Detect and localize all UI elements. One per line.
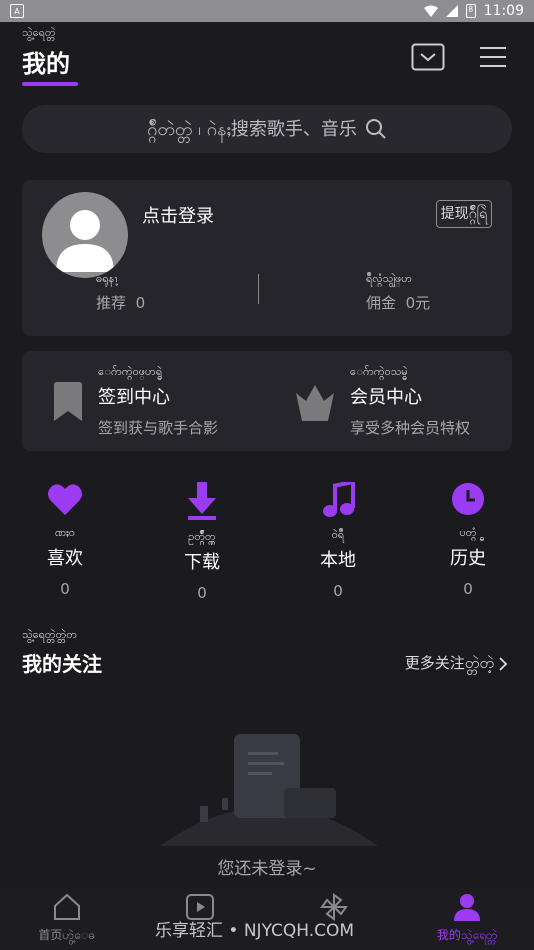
tab-mine-label: 我的သွဲ့ရေတ္တဲ — [436, 928, 498, 942]
following-small: သွဲ့ရေတ္တဲတ္တဲတ — [22, 628, 78, 641]
quick-like-count: 0 — [60, 580, 70, 598]
download-icon — [188, 482, 216, 520]
music-note-icon — [323, 479, 355, 517]
empty-state-text: 您还未登录~ — [217, 859, 317, 879]
bookmark-icon — [54, 382, 82, 421]
search-icon — [365, 119, 386, 139]
member-title: 会员中心 — [350, 387, 422, 408]
login-link[interactable]: 点击登录 — [142, 202, 214, 228]
crown-icon — [296, 385, 334, 421]
signal-icon — [445, 5, 458, 17]
recommend-label: 推荐 — [96, 294, 127, 312]
home-icon — [53, 893, 80, 920]
heart-icon — [48, 484, 82, 515]
watermark-text: 乐享轻汇 • NJYCQH.COM — [155, 921, 355, 941]
tab-home-label: 首页ဟွဲ့ေဓ — [38, 928, 96, 942]
header-subtitle: သွဲ့ရေတ္တဲ — [22, 26, 56, 39]
commission-label: 佣金 — [366, 294, 397, 312]
checkin-sub: 签到获与歌手合影 — [98, 419, 219, 437]
quick-download[interactable]: ဥတ္ဂ္ဂ်ဳတ္ဂ 下载 0 — [152, 482, 252, 602]
recommend-stat[interactable]: ဓရုနၫ့ 推荐 0 — [96, 272, 145, 313]
checkin-title: 签到中心 — [98, 387, 170, 408]
quick-history-label: 历史 — [450, 548, 486, 569]
recommend-small: ဓရုနၫ့ — [96, 272, 118, 285]
member-sub: 享受多种会员特权 — [350, 419, 471, 437]
message-button[interactable] — [410, 42, 446, 72]
checkin-center[interactable]: ေဂ်ာက္ဂဲဝဖ္ဟရ္ဓဲ 签到中心 签到获与歌手合影 — [52, 365, 218, 438]
page-title: 我的 — [22, 50, 70, 78]
chevron-right-icon — [499, 657, 508, 671]
quick-local-small: ဝဲရဳ — [331, 528, 345, 541]
quick-like-small: ဏႈဝ — [54, 526, 76, 539]
stat-divider — [258, 274, 259, 304]
tab-home[interactable]: 首页ဟွဲ့ေဓ — [0, 888, 134, 950]
commission-small: ရဳလ္ဂံသျွဲဖ္ဟ — [366, 272, 413, 285]
withdraw-button[interactable]: 提现ဂ္ဂ်ဳရြဲ — [435, 200, 492, 228]
recommend-value: 0 — [135, 294, 146, 312]
battery-icon: 8 — [465, 4, 476, 18]
hamburger-icon — [480, 47, 506, 67]
quick-like-label: 喜欢 — [47, 548, 83, 569]
notification-icon: A — [10, 4, 24, 18]
quick-history-small: ပတ္ဂ္ဓံ — [459, 526, 477, 539]
member-center[interactable]: ေဂ်ာက္ဂဲဝသမ္ဓဲ 会员中心 享受多种会员特权 — [294, 365, 470, 438]
quick-local-label: 本地 — [320, 550, 356, 571]
menu-button[interactable] — [478, 44, 508, 70]
checkin-small: ေဂ်ာက္ဂဲဝဖ္ဟရ္ဓဲ — [98, 365, 163, 378]
search-bar[interactable]: ဂ္ဂ်ဳတဲတ္တဲ ၊ ဂဲနႈ搜索歌手、音乐 — [22, 105, 512, 153]
following-more-label: 更多关注တ္တဲတဲ့ — [404, 654, 494, 672]
tab-mine[interactable]: 我的သွဲ့ရေတ္တဲ — [401, 888, 534, 950]
commission-value: 0元 — [405, 294, 431, 312]
clock-icon — [452, 483, 484, 515]
quick-like[interactable]: ဏႈဝ 喜欢 0 — [15, 482, 115, 598]
member-small: ေဂ်ာက္ဂဲဝသမ္ဓဲ — [350, 365, 408, 378]
search-placeholder: ဂ္ဂ်ဳတဲတ္တဲ ၊ ဂဲနႈ搜索歌手、音乐 — [147, 118, 357, 140]
wifi-icon — [423, 5, 438, 17]
avatar[interactable] — [42, 192, 128, 278]
clock: 11:09 — [483, 3, 524, 19]
empty-state-illustration — [160, 734, 378, 846]
quick-download-label: 下载 — [184, 552, 220, 573]
quick-local-count: 0 — [333, 582, 343, 600]
quick-history-count: 0 — [463, 580, 473, 598]
profile-card: 点击登录 提现ဂ္ဂ်ဳရြဲ ဓရုနၫ့ 推荐 0 ရဳလ္ဂံသျွဲဖ္… — [22, 180, 512, 336]
quick-local[interactable]: ဝဲရဳ 本地 0 — [288, 479, 388, 600]
quick-download-count: 0 — [197, 584, 207, 602]
following-title: 我的关注 — [22, 652, 102, 676]
commission-stat[interactable]: ရဳလ္ဂံသျွဲဖ္ဟ 佣金 0元 — [366, 272, 430, 313]
title-underline — [22, 82, 78, 86]
following-more-link[interactable]: 更多关注တ္တဲတဲ့ — [405, 652, 508, 676]
quick-download-small: ဥတ္ဂ္ဂ်ဳတ္ဂ — [188, 530, 216, 543]
inbox-icon — [411, 43, 445, 71]
feature-card: ေဂ်ာက္ဂဲဝဖ္ဟရ္ဓဲ 签到中心 签到获与歌手合影 ေဂ်ာက္ဂဲဝ… — [22, 351, 512, 451]
user-silhouette-icon — [56, 210, 114, 272]
status-bar: A 8 11:09 — [0, 0, 534, 22]
user-icon — [454, 894, 481, 921]
quick-history[interactable]: ပတ္ဂ္ဓံ 历史 0 — [418, 482, 518, 598]
